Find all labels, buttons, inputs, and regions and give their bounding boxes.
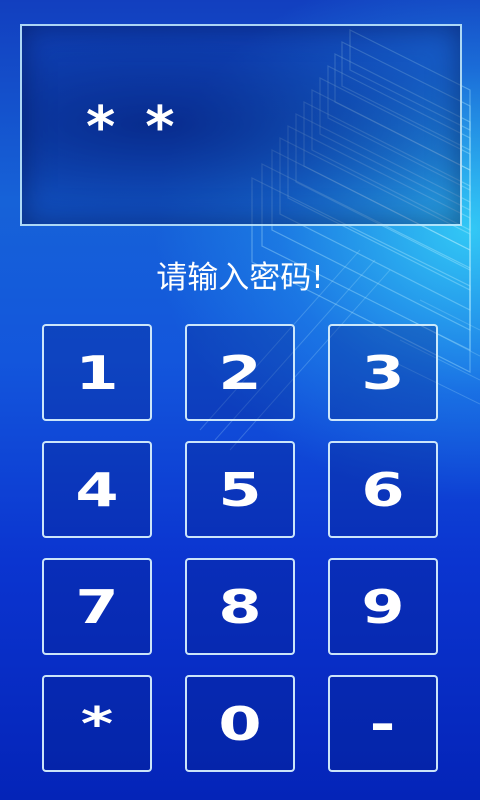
key-1-label: 1 bbox=[75, 345, 119, 400]
key-3-label: 3 bbox=[361, 345, 405, 400]
key-5-label: 5 bbox=[218, 462, 262, 517]
key-star-button[interactable]: * bbox=[42, 675, 152, 772]
key-6-button[interactable]: 6 bbox=[328, 441, 438, 538]
key-star-label: * bbox=[80, 696, 114, 751]
password-display: ** bbox=[20, 24, 462, 226]
key-7-label: 7 bbox=[75, 579, 119, 634]
key-9-button[interactable]: 9 bbox=[328, 558, 438, 655]
key-dash-label: - bbox=[370, 696, 396, 751]
key-4-label: 4 bbox=[75, 462, 119, 517]
key-8-button[interactable]: 8 bbox=[185, 558, 295, 655]
key-7-button[interactable]: 7 bbox=[42, 558, 152, 655]
key-8-label: 8 bbox=[218, 579, 262, 634]
key-0-label: 0 bbox=[218, 696, 262, 751]
key-6-label: 6 bbox=[361, 462, 405, 517]
numeric-keypad: 1 2 3 4 5 6 7 8 9 * 0 - bbox=[42, 324, 438, 772]
key-2-label: 2 bbox=[218, 345, 262, 400]
key-1-button[interactable]: 1 bbox=[42, 324, 152, 421]
key-3-button[interactable]: 3 bbox=[328, 324, 438, 421]
key-4-button[interactable]: 4 bbox=[42, 441, 152, 538]
key-5-button[interactable]: 5 bbox=[185, 441, 295, 538]
key-2-button[interactable]: 2 bbox=[185, 324, 295, 421]
masked-password-text: ** bbox=[86, 95, 205, 160]
enter-password-prompt: 请输入密码! bbox=[156, 260, 324, 296]
key-0-button[interactable]: 0 bbox=[185, 675, 295, 772]
key-dash-button[interactable]: - bbox=[328, 675, 438, 772]
key-9-label: 9 bbox=[361, 579, 405, 634]
